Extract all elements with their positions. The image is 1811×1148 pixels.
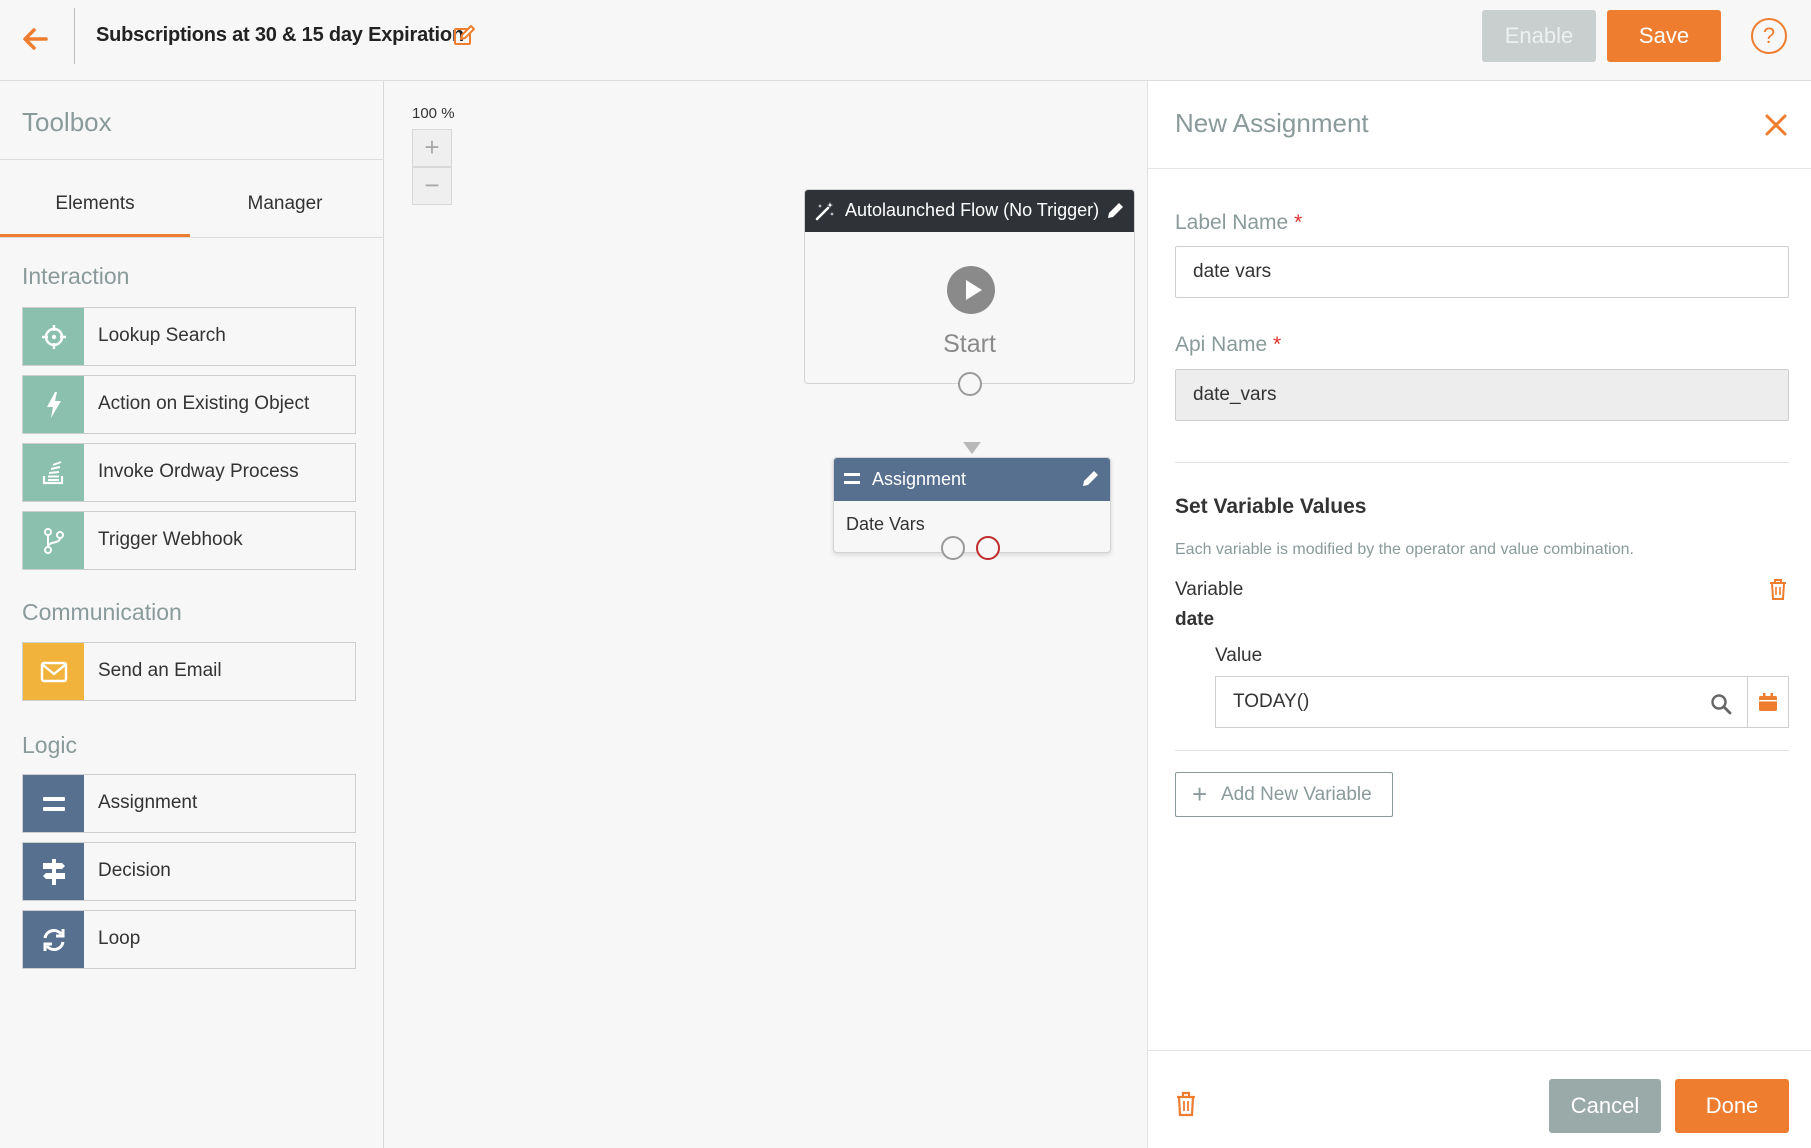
api-name-label: Api Name * — [1175, 333, 1281, 357]
assignment-node-header: Assignment — [834, 458, 1110, 501]
tool-label: Send an Email — [98, 660, 222, 681]
tab-manager[interactable]: Manager — [190, 193, 380, 215]
play-icon — [947, 266, 995, 314]
enable-button[interactable]: Enable — [1482, 10, 1596, 62]
tool-label: Lookup Search — [98, 325, 226, 346]
equals-icon — [23, 775, 84, 832]
tool-invoke-ordway-process[interactable]: Invoke Ordway Process — [22, 443, 356, 502]
variable-name: date — [1175, 609, 1215, 630]
stack-icon — [23, 444, 84, 501]
label-name-text: Label Name — [1175, 211, 1289, 234]
calendar-button[interactable] — [1747, 676, 1789, 728]
toolbox-panel: Toolbox Elements Manager Interaction Loo… — [0, 81, 384, 1148]
toolbox-divider — [0, 159, 384, 160]
tool-label: Assignment — [98, 792, 198, 813]
api-name-text: Api Name — [1175, 333, 1268, 356]
assignment-fault-connector[interactable] — [976, 536, 1000, 560]
tab-divider — [0, 237, 384, 238]
calendar-icon — [1759, 693, 1777, 711]
section-label-logic: Logic — [22, 732, 77, 758]
set-variable-values-heading: Set Variable Values — [1175, 495, 1367, 518]
tool-loop[interactable]: Loop — [22, 910, 356, 969]
add-new-variable-label: Add New Variable — [1221, 784, 1372, 805]
tool-label: Invoke Ordway Process — [98, 461, 299, 482]
variable-label: Variable — [1175, 579, 1244, 600]
start-node-label: Start — [943, 330, 996, 358]
help-button[interactable]: ? — [1751, 18, 1787, 54]
signpost-icon — [23, 843, 84, 900]
zoom-in-button[interactable]: + — [412, 129, 452, 167]
tool-action-on-existing-object[interactable]: Action on Existing Object — [22, 375, 356, 434]
tool-lookup-search[interactable]: Lookup Search — [22, 307, 356, 366]
branch-icon — [23, 512, 84, 569]
plus-icon: + — [1192, 779, 1208, 809]
close-icon[interactable] — [1762, 111, 1790, 139]
connector-arrow-icon — [963, 442, 981, 454]
label-name-input[interactable] — [1175, 246, 1789, 298]
assignment-node-label: Date Vars — [846, 514, 925, 534]
section-label-communication: Communication — [22, 599, 182, 625]
tool-label: Loop — [98, 928, 141, 949]
label-name-label: Label Name * — [1175, 211, 1302, 235]
section-divider — [1175, 462, 1789, 463]
section-divider — [1175, 750, 1789, 751]
back-arrow-icon[interactable] — [18, 22, 52, 56]
panel-divider — [1148, 168, 1811, 169]
panel-title: New Assignment — [1175, 108, 1369, 138]
tool-trigger-webhook[interactable]: Trigger Webhook — [22, 511, 356, 570]
zoom-level: 100 % — [412, 105, 455, 122]
add-new-variable-button[interactable]: + Add New Variable — [1175, 772, 1393, 817]
delete-node-icon[interactable] — [1175, 1091, 1197, 1117]
footer-divider — [1148, 1050, 1811, 1051]
tool-label: Decision — [98, 860, 171, 881]
section-label-interaction: Interaction — [22, 263, 130, 289]
set-variable-values-description: Each variable is modified by the operato… — [1175, 541, 1634, 558]
lightning-icon — [23, 376, 84, 433]
start-node-header: Autolaunched Flow (No Trigger) — [805, 190, 1134, 232]
start-node[interactable]: Autolaunched Flow (No Trigger) Start — [804, 189, 1135, 384]
cancel-button[interactable]: Cancel — [1549, 1079, 1661, 1133]
save-button[interactable]: Save — [1607, 10, 1721, 62]
assignment-node-title: Assignment — [872, 469, 967, 489]
edit-title-icon[interactable] — [452, 24, 476, 48]
tool-label: Trigger Webhook — [98, 529, 243, 550]
loop-icon — [23, 911, 84, 968]
assignment-editor-panel: New Assignment Label Name * Api Name * S… — [1147, 81, 1811, 1148]
required-marker: * — [1294, 211, 1303, 234]
envelope-icon — [23, 643, 84, 700]
assignment-output-connector[interactable] — [941, 536, 965, 560]
header-divider — [74, 8, 75, 64]
done-button[interactable]: Done — [1675, 1079, 1789, 1133]
start-node-title: Autolaunched Flow (No Trigger) — [845, 200, 1100, 220]
api-name-input[interactable] — [1175, 369, 1789, 421]
flow-canvas[interactable]: 100 % + − Autolaunched Flow (No Trigger)… — [385, 81, 1147, 1148]
value-label: Value — [1215, 645, 1263, 666]
required-marker: * — [1273, 333, 1282, 356]
trash-icon[interactable] — [1768, 578, 1788, 600]
search-icon[interactable] — [1710, 693, 1732, 715]
pencil-icon[interactable] — [1105, 201, 1125, 221]
tool-assignment[interactable]: Assignment — [22, 774, 356, 833]
magic-wand-icon — [815, 202, 834, 221]
tool-label: Action on Existing Object — [98, 393, 310, 414]
zoom-out-button[interactable]: − — [412, 167, 452, 205]
start-output-connector[interactable] — [958, 372, 982, 396]
tab-elements[interactable]: Elements — [0, 193, 190, 215]
top-bar: Subscriptions at 30 & 15 day Expiration … — [0, 0, 1811, 81]
crosshair-icon — [23, 308, 84, 365]
toolbox-title: Toolbox — [22, 107, 112, 137]
pencil-icon[interactable] — [1080, 469, 1100, 489]
tool-decision[interactable]: Decision — [22, 842, 356, 901]
equals-icon — [844, 473, 860, 484]
value-input[interactable] — [1215, 676, 1747, 728]
assignment-node[interactable]: Assignment Date Vars — [833, 457, 1111, 553]
tool-send-an-email[interactable]: Send an Email — [22, 642, 356, 701]
flow-title: Subscriptions at 30 & 15 day Expiration — [96, 24, 464, 46]
